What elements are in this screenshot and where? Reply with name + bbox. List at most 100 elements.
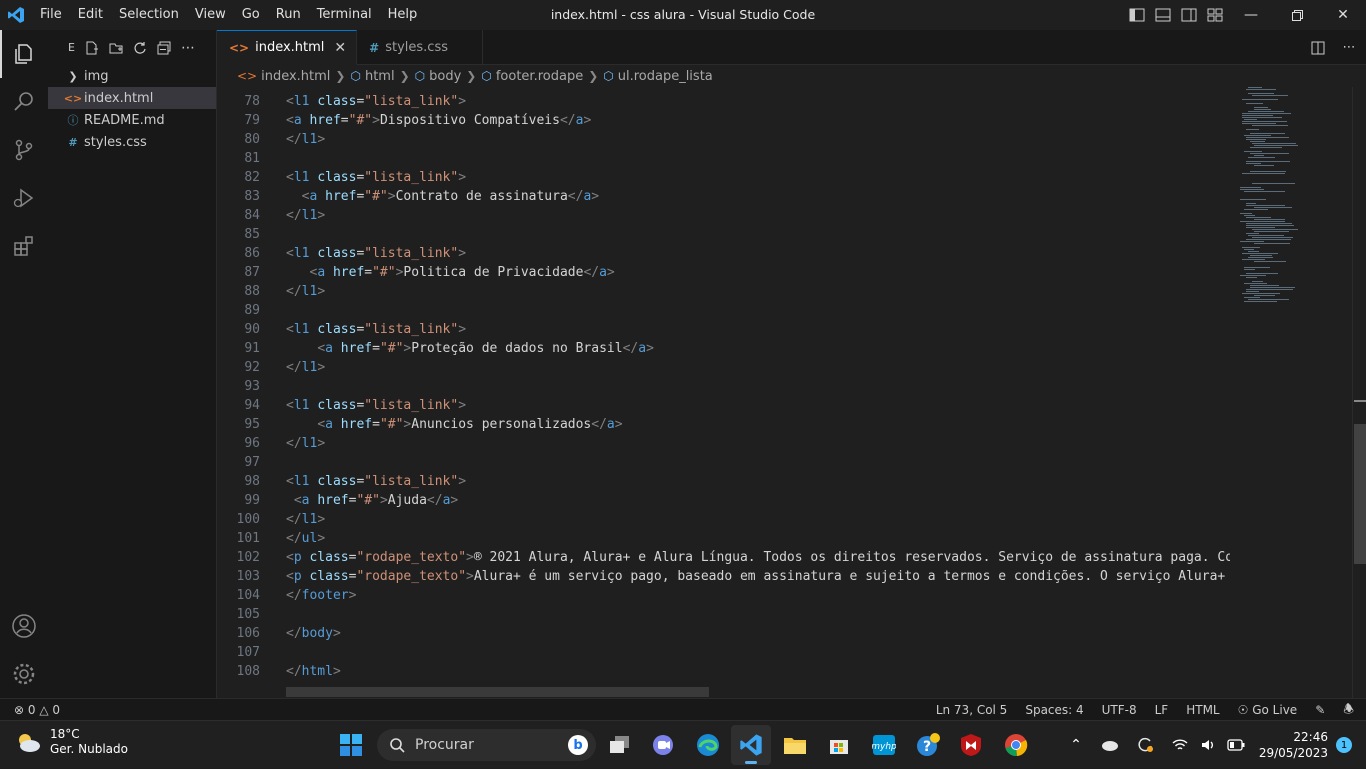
vertical-scrollbar[interactable] (1352, 87, 1366, 698)
code-line[interactable]: 80 </l1> (217, 130, 1230, 149)
toggle-panel-icon[interactable] (1150, 0, 1176, 30)
taskbar-search[interactable]: Procurar b (377, 729, 596, 761)
toggle-secondary-sidebar-icon[interactable] (1176, 0, 1202, 30)
code-line[interactable]: 103 <p class="rodape_texto">Alura+ é um s… (217, 567, 1230, 586)
minimap[interactable] (1230, 87, 1352, 698)
more-actions-icon[interactable]: ⋯ (181, 40, 195, 56)
code-line[interactable]: 102 <p class="rodape_texto">® 2021 Alura,… (217, 548, 1230, 567)
breadcrumb-body[interactable]: ⬡ body ❯ (415, 69, 482, 84)
file-explorer-icon[interactable] (775, 725, 815, 765)
chrome-icon[interactable] (996, 725, 1036, 765)
tree-file-readme[interactable]: ⓘ README.md (48, 109, 216, 131)
restore-icon[interactable] (1274, 0, 1320, 30)
code-line[interactable]: 93 (217, 377, 1230, 396)
code-line[interactable]: 95 <a href="#">Anuncios personalizados</… (217, 415, 1230, 434)
breadcrumb-file[interactable]: <> index.html ❯ (237, 69, 350, 84)
new-file-icon[interactable] (85, 41, 99, 55)
code-line[interactable]: 100 </l1> (217, 510, 1230, 529)
feedback-icon[interactable]: ✎ (1306, 703, 1334, 717)
code-line[interactable]: 92 </l1> (217, 358, 1230, 377)
code-line[interactable]: 88 </l1> (217, 282, 1230, 301)
cursor-position[interactable]: Ln 73, Col 5 (927, 703, 1017, 717)
wifi-icon[interactable] (1163, 738, 1197, 752)
run-debug-icon[interactable] (0, 174, 48, 222)
code-line[interactable]: 104 </footer> (217, 586, 1230, 605)
notification-badge[interactable]: 1 (1336, 737, 1352, 753)
refresh-icon[interactable] (133, 41, 147, 55)
edge-browser-icon[interactable] (688, 725, 728, 765)
volume-icon[interactable] (1197, 738, 1221, 752)
toggle-primary-sidebar-icon[interactable] (1124, 0, 1150, 30)
extensions-icon[interactable] (0, 222, 48, 270)
onedrive-cloud-icon[interactable] (1091, 739, 1127, 751)
code-line[interactable]: 94 <l1 class="lista_link"> (217, 396, 1230, 415)
breadcrumb-ul[interactable]: ⬡ ul.rodape_lista (603, 69, 713, 84)
code-line[interactable]: 90 <l1 class="lista_link"> (217, 320, 1230, 339)
code-line[interactable]: 101 </ul> (217, 529, 1230, 548)
minimize-icon[interactable]: — (1228, 0, 1274, 30)
help-icon[interactable]: ? (908, 725, 948, 765)
tree-file-index-html[interactable]: <> index.html (48, 87, 216, 109)
code-line[interactable]: 98 <l1 class="lista_link"> (217, 472, 1230, 491)
mcafee-icon[interactable] (951, 725, 991, 765)
source-control-icon[interactable] (0, 126, 48, 174)
menu-help[interactable]: Help (380, 0, 426, 30)
code-line[interactable]: 99 <a href="#">Ajuda</a> (217, 491, 1230, 510)
code-line[interactable]: 108 </html> (217, 662, 1230, 681)
tab-index-html[interactable]: <> index.html ✕ (217, 30, 358, 65)
breadcrumb-footer[interactable]: ⬡ footer.rodape ❯ (481, 69, 603, 84)
problems-indicator[interactable]: ⊗ 0 △ 0 (14, 703, 69, 717)
clock[interactable]: 22:46 29/05/2023 (1251, 729, 1336, 761)
accounts-icon[interactable] (0, 602, 48, 650)
battery-icon[interactable] (1221, 739, 1251, 751)
encoding[interactable]: UTF-8 (1093, 703, 1146, 717)
start-button[interactable] (331, 725, 371, 765)
myhp-icon[interactable]: myhp (864, 725, 904, 765)
tree-file-styles-css[interactable]: # styles.css (48, 131, 216, 153)
code-line[interactable]: 89 (217, 301, 1230, 320)
code-line[interactable]: 84 </l1> (217, 206, 1230, 225)
chat-icon[interactable] (643, 725, 683, 765)
code-line[interactable]: 85 (217, 225, 1230, 244)
code-line[interactable]: 97 (217, 453, 1230, 472)
end-of-line[interactable]: LF (1146, 703, 1178, 717)
customize-layout-icon[interactable] (1202, 0, 1228, 30)
indentation[interactable]: Spaces: 4 (1016, 703, 1092, 717)
menu-selection[interactable]: Selection (111, 0, 187, 30)
go-live-button[interactable]: ☉ Go Live (1229, 703, 1307, 717)
weather-widget[interactable]: 18°C Ger. Nublado (14, 727, 128, 757)
collapse-all-icon[interactable] (157, 41, 171, 55)
more-actions-icon[interactable]: ⋯ (1332, 33, 1366, 63)
language-mode[interactable]: HTML (1177, 703, 1228, 717)
menu-edit[interactable]: Edit (70, 0, 111, 30)
microsoft-store-icon[interactable] (819, 725, 859, 765)
close-tab-icon[interactable]: ✕ (334, 40, 346, 56)
code-line[interactable]: 82 <l1 class="lista_link"> (217, 168, 1230, 187)
new-folder-icon[interactable] (109, 41, 123, 55)
menu-file[interactable]: File (32, 0, 70, 30)
tree-folder-img[interactable]: ❯ img (48, 65, 216, 87)
code-line[interactable]: 91 <a href="#">Proteção de dados no Bras… (217, 339, 1230, 358)
code-line[interactable]: 78 <l1 class="lista_link"> (217, 92, 1230, 111)
code-line[interactable]: 96 </l1> (217, 434, 1230, 453)
show-hidden-icons-chevron-up-icon[interactable]: ⌃ (1061, 737, 1091, 753)
task-view-icon[interactable] (600, 725, 640, 765)
menu-view[interactable]: View (187, 0, 234, 30)
code-editor[interactable]: 78 <l1 class="lista_link"> 79 <a href="#">D… (217, 87, 1230, 698)
code-line[interactable]: 86 <l1 class="lista_link"> (217, 244, 1230, 263)
breadcrumb-html[interactable]: ⬡ html ❯ (350, 69, 414, 84)
notifications-bell-icon[interactable]: 🕭 (1334, 700, 1366, 721)
sync-icon[interactable] (1127, 736, 1163, 754)
code-line[interactable]: 105 (217, 605, 1230, 624)
manage-gear-icon[interactable] (0, 650, 48, 698)
code-line[interactable]: 81 (217, 149, 1230, 168)
code-line[interactable]: 83 <a href="#">Contrato de assinatura</a… (217, 187, 1230, 206)
scrollbar-thumb[interactable] (1354, 424, 1366, 564)
horizontal-scrollbar[interactable] (286, 687, 709, 697)
close-window-icon[interactable]: ✕ (1320, 0, 1366, 30)
split-editor-icon[interactable] (1304, 33, 1332, 63)
vscode-taskbar-icon[interactable] (731, 725, 771, 765)
search-icon[interactable] (0, 78, 48, 126)
menu-run[interactable]: Run (268, 0, 309, 30)
explorer-icon[interactable] (0, 30, 48, 78)
